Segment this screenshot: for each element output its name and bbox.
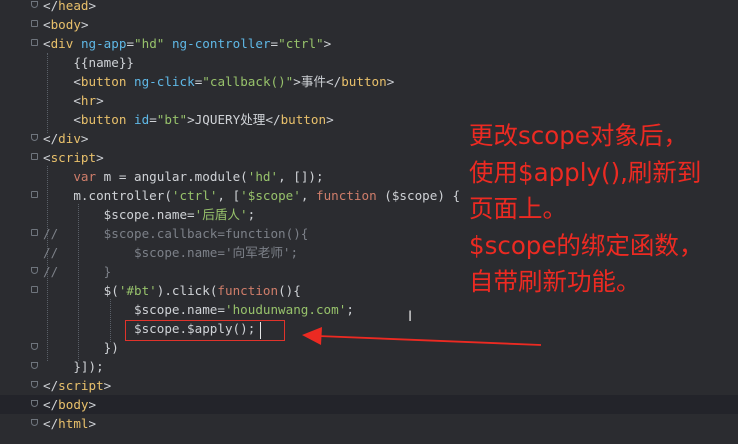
annotation-line: 使用$apply(),刷新到	[469, 157, 702, 187]
annotation-line: 页面上。	[469, 194, 567, 223]
annotation-line: 自带刷新功能。	[469, 267, 641, 296]
annotation-note: 更改scope对象后， 使用$apply(),刷新到 页面上。 $scope的绑…	[469, 118, 737, 301]
arrow-shaft	[317, 335, 542, 346]
arrow-head-icon	[302, 327, 322, 345]
annotation-line: 更改scope对象后，	[469, 121, 688, 150]
annotation-line: $scope的绑定函数，	[469, 230, 704, 260]
